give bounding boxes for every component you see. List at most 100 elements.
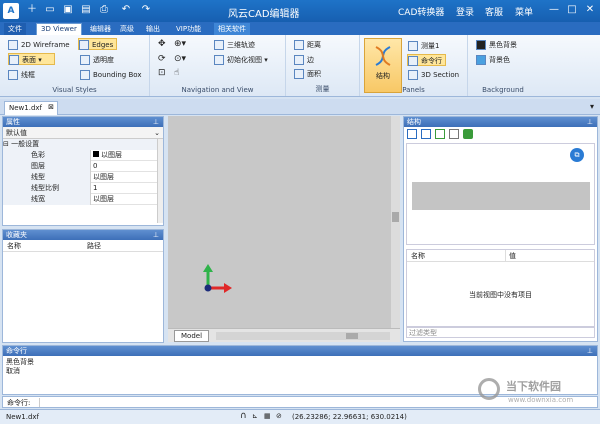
print-icon[interactable]: ⎙ — [98, 4, 110, 16]
btn-3d-orbit[interactable]: 三维轨迹 — [214, 39, 255, 51]
prop-row[interactable]: 图层 0 — [3, 161, 157, 172]
pin-icon[interactable]: ⊥ — [587, 346, 593, 356]
prop-key: 色彩 — [3, 150, 91, 161]
structure-tree[interactable]: ⧉ — [406, 143, 595, 245]
scroll-thumb[interactable] — [346, 333, 358, 339]
ortho-icon[interactable]: ⊾ — [252, 412, 258, 420]
structure-toolbar — [404, 127, 597, 143]
btn-command-line[interactable]: 命令行 — [407, 54, 446, 66]
btn-transparency[interactable]: 透明度 — [80, 54, 114, 66]
app-logo[interactable]: A — [3, 3, 19, 19]
collapse-icon[interactable]: ⊟ — [3, 140, 9, 148]
chevron-down-icon: ⌄ — [154, 129, 160, 137]
btn-wireframe[interactable]: 线框 — [8, 69, 35, 81]
vertical-scrollbar[interactable] — [391, 116, 400, 328]
btn-label: 表面 — [22, 56, 36, 64]
copy-icon[interactable] — [449, 129, 459, 139]
maximize-icon[interactable]: □ — [566, 4, 578, 16]
save-icon[interactable]: ▣ — [62, 4, 74, 16]
menu-login[interactable]: 登录 — [456, 5, 474, 18]
btn-structure[interactable]: 结构 — [364, 38, 402, 93]
share-icon[interactable]: ⧉ — [570, 148, 584, 162]
prop-row[interactable]: 色彩 以图层 — [3, 150, 157, 161]
col-name[interactable]: 名称 — [7, 240, 21, 252]
model-tab[interactable]: Model — [174, 330, 210, 342]
saveas-icon[interactable]: ▤ — [80, 4, 92, 16]
grid-icon[interactable]: ▦ — [264, 412, 271, 420]
refresh-icon[interactable] — [463, 129, 473, 139]
prop-row[interactable]: 线宽 以图层 — [3, 194, 157, 205]
prop-row[interactable]: 线型比例 1 — [3, 183, 157, 194]
btn-label: 结构 — [376, 72, 390, 80]
scrollbar[interactable] — [157, 139, 163, 223]
new-icon[interactable]: ＋ — [26, 4, 38, 16]
col-value[interactable]: 值 — [505, 250, 516, 262]
btn-surface[interactable]: 表面 ▾ — [8, 53, 55, 65]
doc-tab-new1[interactable]: New1.dxf ⊠ — [4, 101, 58, 115]
menu-main[interactable]: 菜单 — [515, 5, 533, 18]
distance-icon — [294, 40, 304, 50]
export-icon[interactable] — [435, 129, 445, 139]
wire-icon — [8, 70, 18, 80]
scroll-thumb[interactable] — [392, 212, 399, 222]
col-path[interactable]: 路径 — [87, 240, 101, 252]
tab-editor[interactable]: 编辑器 — [86, 23, 115, 35]
btn-edge[interactable]: 边 — [294, 54, 314, 66]
tab-3d-viewer[interactable]: 3D Viewer — [36, 23, 82, 35]
redo-icon[interactable]: ↷ — [140, 4, 152, 16]
prop-row[interactable]: 线型 以图层 — [3, 172, 157, 183]
pin-icon[interactable]: ⊥ — [587, 117, 593, 127]
tab-file[interactable]: 文件 — [4, 23, 26, 35]
viewport[interactable]: Model — [168, 116, 400, 342]
btn-edges[interactable]: Edges — [78, 38, 118, 50]
horizontal-scrollbar[interactable] — [216, 332, 390, 340]
panel-header: 收藏夹 ⊥ — [3, 230, 163, 240]
polar-icon[interactable]: ⊘ — [276, 412, 282, 420]
open-icon[interactable]: ▭ — [44, 4, 56, 16]
columns-icon[interactable] — [421, 129, 431, 139]
btn-2d-wireframe[interactable]: 2D Wireframe — [8, 39, 70, 51]
hand-icon[interactable]: ☝ — [174, 68, 179, 78]
prop-key: 线型比例 — [3, 183, 91, 194]
minimize-icon[interactable]: — — [548, 4, 560, 16]
tab-vip[interactable]: VIP功能 — [172, 23, 205, 35]
btn-3d-section[interactable]: 3D Section — [408, 69, 459, 81]
pin-icon[interactable]: ⊥ — [153, 117, 159, 127]
pan-icon[interactable]: ✥ — [158, 39, 166, 49]
btn-bounding-box[interactable]: Bounding Box — [80, 69, 141, 81]
favorites-header-row: 名称 路径 — [3, 240, 163, 252]
btn-init-view[interactable]: 初始化视图 ▾ — [214, 54, 268, 66]
list-icon[interactable] — [407, 129, 417, 139]
properties-dropdown[interactable]: 默认值 ⌄ — [3, 127, 163, 139]
btn-area[interactable]: 面积 — [294, 68, 321, 80]
section-row[interactable]: ⊟ 一般设置 — [3, 139, 157, 150]
rotate-icon[interactable]: ⟳ — [158, 54, 166, 64]
snap-icon[interactable]: ∩ — [240, 411, 247, 421]
dropdown-value: 默认值 — [6, 129, 27, 137]
btn-label: 命令行 — [421, 57, 442, 65]
dna-icon — [375, 46, 391, 66]
btn-black-bg[interactable]: 黑色背景 — [476, 39, 517, 51]
zoom-window-icon[interactable]: ⊙▾ — [174, 54, 186, 64]
close-icon[interactable]: ⊠ — [48, 103, 54, 111]
tab-advanced[interactable]: 高级 — [116, 23, 138, 35]
empty-message: 当前视图中没有项目 — [469, 291, 532, 299]
doc-tab-label: New1.dxf — [9, 104, 42, 112]
zoom-icon[interactable]: ⊕▾ — [174, 39, 186, 49]
panel-title: 收藏夹 — [6, 231, 27, 239]
tab-related[interactable]: 相关软件 — [214, 23, 250, 35]
menu-support[interactable]: 客服 — [485, 5, 503, 18]
filter-input[interactable]: 过滤类型 — [406, 327, 595, 338]
pin-icon[interactable]: ⊥ — [153, 230, 159, 240]
btn-distance[interactable]: 距离 — [294, 39, 321, 51]
menu-cad-converter[interactable]: CAD转换器 — [398, 5, 444, 18]
close-icon[interactable]: ✕ — [584, 4, 596, 16]
document-tabs: New1.dxf ⊠ ▾ — [0, 99, 600, 115]
btn-bg-color[interactable]: 背景色 — [476, 54, 510, 66]
fit-icon[interactable]: ⊡ — [158, 68, 166, 78]
col-name[interactable]: 名称 — [411, 250, 425, 262]
tab-output[interactable]: 输出 — [142, 23, 164, 35]
chevron-down-icon[interactable]: ▾ — [590, 102, 594, 111]
btn-measure1[interactable]: 测量1 — [408, 40, 439, 52]
undo-icon[interactable]: ↶ — [120, 4, 132, 16]
